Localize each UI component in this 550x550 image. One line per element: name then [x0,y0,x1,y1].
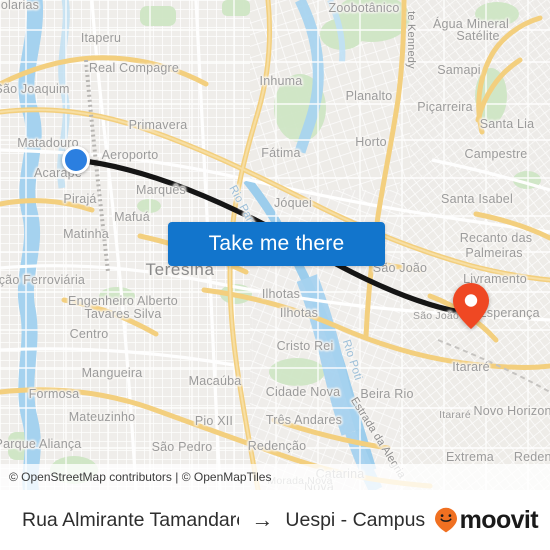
attribution-text: © OpenStreetMap contributors | © OpenMap… [9,470,272,484]
moovit-logo[interactable]: moovit [434,505,539,535]
moovit-wordmark: moovit [459,505,539,534]
trip-summary-bar: Rua Almirante Tamandaré, 29… → Uespi - C… [0,490,550,550]
take-me-there-label: Take me there [208,232,345,255]
trip-destination-text: Uespi - Campus C… [285,508,426,531]
moovit-pin-icon [434,507,457,533]
trip-endpoints: Rua Almirante Tamandaré, 29… → Uespi - C… [22,509,426,532]
arrow-right-icon: → [251,507,274,532]
map-attribution: © OpenStreetMap contributors | © OpenMap… [0,464,550,490]
origin-marker[interactable] [62,146,90,174]
take-me-there-button[interactable]: Take me there [168,222,385,266]
map-canvas[interactable]: olarias Zoobotânico Satélite Água Mineral It… [0,0,550,490]
destination-marker[interactable] [451,282,491,330]
moovit-trip-widget: olarias Zoobotânico Satélite Água Mineral It… [0,0,550,550]
trip-origin-text: Rua Almirante Tamandaré, 29… [22,508,239,531]
